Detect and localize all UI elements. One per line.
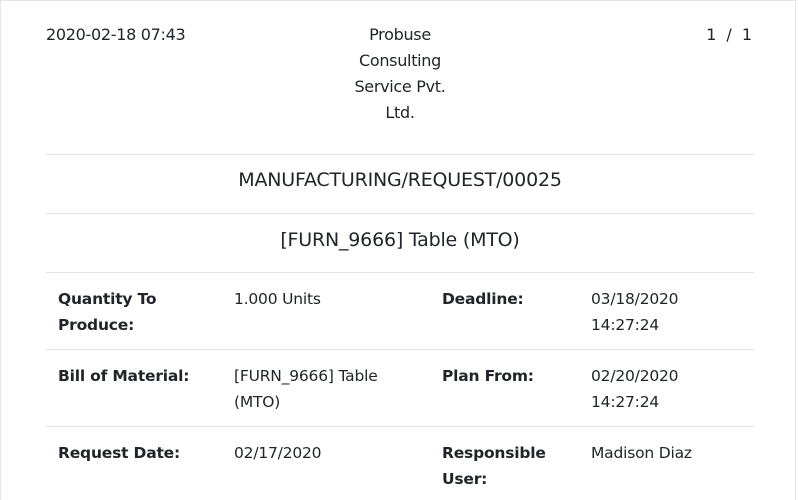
request-date-label: Request Date: [58,440,180,466]
document-reference: MANUFACTURING/REQUEST/00025 [238,169,562,191]
value-line: 14:27:24 [591,393,660,411]
label-line: Produce: [58,316,135,334]
label-line: Responsible [442,444,546,462]
divider [46,213,754,214]
request-date-value: 02/17/2020 [234,440,322,466]
bom-label: Bill of Material: [58,363,189,389]
responsible-value: Madison Diaz [591,440,692,466]
label-line: Quantity To [58,290,157,308]
responsible-label: Responsible User: [442,440,546,492]
company-name-line: Service Pvt. [354,77,446,96]
value-line: 02/17/2020 [234,444,322,462]
value-line: 14:27:24 [591,316,660,334]
value-line: 02/20/2020 [591,367,679,385]
company-name-line: Probuse [369,25,431,44]
value-line: 03/18/2020 [591,290,679,308]
page-total: 1 [741,25,752,44]
deadline-value: 03/18/2020 14:27:24 [591,286,679,338]
bom-value: [FURN_9666] Table (MTO) [234,363,378,415]
value-line: 1.000 Units [234,290,321,308]
deadline-label: Deadline: [442,286,524,312]
quantity-label: Quantity To Produce: [58,286,157,338]
page-number: 1 / 1 [706,24,752,46]
page-separator: / [726,25,732,44]
label-line: Deadline: [442,290,524,308]
company-name-line: Ltd. [385,103,415,122]
value-line: (MTO) [234,393,281,411]
product-title: [FURN_9666] Table (MTO) [280,229,520,251]
value-line: Madison Diaz [591,444,692,462]
print-datetime: 2020-02-18 07:43 [46,25,186,44]
label-line: Request Date: [58,444,180,462]
page-current: 1 [706,25,717,44]
divider [46,272,754,273]
plan-from-value: 02/20/2020 14:27:24 [591,363,679,415]
divider [46,154,754,155]
company-name-line: Consulting [358,51,442,70]
divider [46,426,754,427]
label-line: Bill of Material: [58,367,190,385]
label-line: Plan From: [442,367,534,385]
quantity-value: 1.000 Units [234,286,321,312]
report-header: 2020-02-18 07:43 Probuse Consulting Serv… [46,22,754,132]
label-line: User: [442,470,488,488]
plan-from-label: Plan From: [442,363,534,389]
company-name: Probuse Consulting Service Pvt. Ltd. [340,22,460,126]
value-line: [FURN_9666] Table [234,367,378,385]
divider [46,349,754,350]
